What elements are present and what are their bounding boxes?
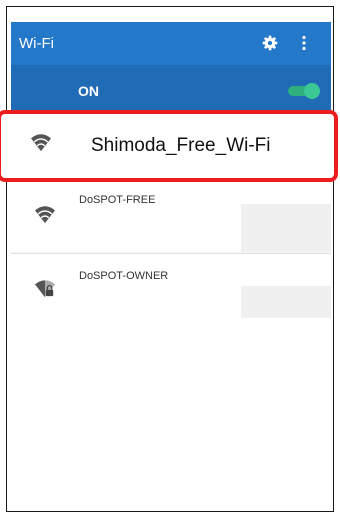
wifi-icon [35,206,55,224]
app-bar: Wi-Fi [11,22,331,65]
page-title: Wi-Fi [19,35,54,52]
wifi-lock-icon [35,280,55,298]
row-shade [241,204,331,252]
highlighted-network-row[interactable]: Shimoda_Free_Wi-Fi [0,110,338,182]
network-row-dospot-owner[interactable]: DoSPOT-OWNER [11,254,331,318]
switch-thumb [304,83,320,99]
network-name: DoSPOT-OWNER [79,270,169,282]
network-name: Shimoda_Free_Wi-Fi [91,135,271,156]
more-vert-icon[interactable] [299,35,309,51]
gear-icon[interactable] [262,35,278,51]
network-row-dospot-free[interactable]: DoSPOT-FREE [11,182,331,252]
network-name: DoSPOT-FREE [79,194,156,206]
wifi-switch[interactable] [288,83,320,99]
wifi-icon [31,134,51,152]
row-shade [241,286,331,318]
